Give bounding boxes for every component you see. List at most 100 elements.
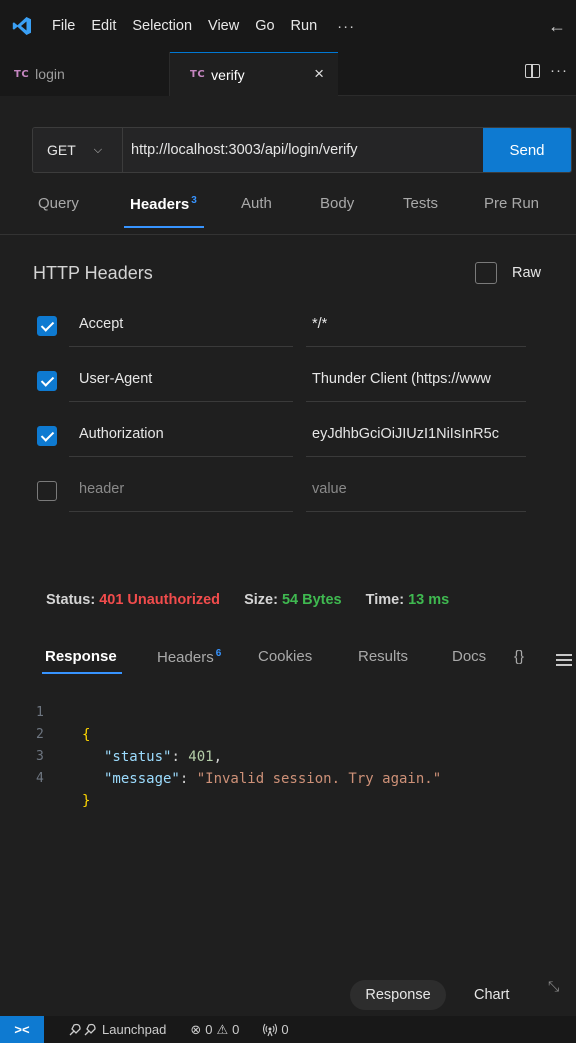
code-line: 2 "status": 401, [0, 702, 576, 765]
header-key-input[interactable]: Authorization [69, 417, 293, 457]
code-token: } [82, 793, 91, 809]
time-value: 13 ms [408, 592, 450, 608]
method-select[interactable]: GET ⌵ [33, 128, 123, 172]
response-tabs: Response Headers 6 Cookies Results Docs {… [0, 648, 576, 678]
code-line: 3 "message": "Invalid session. Try again… [0, 724, 576, 787]
header-row: Accept */* [0, 307, 576, 347]
tab-cookies[interactable]: Cookies [258, 648, 312, 665]
menu-edit[interactable]: Edit [83, 18, 124, 34]
tab-verify[interactable]: TC verify × [170, 52, 338, 96]
code-token: "message" [104, 771, 180, 787]
header-enabled-checkbox[interactable] [37, 316, 57, 336]
header-value-input[interactable]: */* [306, 307, 526, 347]
response-status-line: Status: 401 Unauthorized Size: 54 Bytes … [46, 592, 449, 608]
response-view-button[interactable]: Response [350, 980, 446, 1010]
tab-pre-run[interactable]: Pre Run [484, 195, 539, 212]
size-label: Size: [244, 592, 278, 608]
status-value: 401 Unauthorized [99, 592, 221, 608]
thunder-client-icon: TC [190, 69, 206, 80]
tab-response-headers[interactable]: Headers 6 [157, 648, 221, 666]
warning-icon: ⚠ [216, 1021, 229, 1037]
code-line: 4 } [0, 746, 576, 809]
header-value-input[interactable]: eyJdhbGciOiJIUzI1NiIsInR5c [306, 417, 526, 457]
header-key-input[interactable]: header [69, 472, 293, 512]
http-headers-title: HTTP Headers [33, 263, 153, 283]
problems-item[interactable]: ⊗ 0 ⚠ 0 [190, 1022, 239, 1038]
header-key-input[interactable]: User-Agent [69, 362, 293, 402]
time-info: Time: 13 ms [366, 592, 450, 608]
tab-response[interactable]: Response [45, 648, 117, 665]
tab-query[interactable]: Query [38, 195, 79, 212]
status-bar: >< Launchpad ⊗ 0 ⚠ 0 0 [0, 1016, 576, 1043]
raw-checkbox[interactable] [475, 262, 497, 284]
divider [0, 234, 576, 235]
code-text: } [82, 790, 90, 812]
request-bar: GET ⌵ http://localhost:3003/api/login/ve… [32, 127, 572, 173]
menu-icon[interactable] [556, 654, 572, 666]
launchpad-label: Launchpad [102, 1022, 167, 1037]
more-actions-icon[interactable]: ··· [550, 62, 568, 79]
tab-tests[interactable]: Tests [403, 195, 438, 212]
tab-results[interactable]: Results [358, 648, 408, 665]
header-row: Authorization eyJdhbGciOiJIUzI1NiIsInR5c [0, 417, 576, 457]
tab-label: login [35, 66, 65, 82]
menu-bar: File Edit Selection View Go Run ··· ← [0, 0, 576, 52]
send-button[interactable]: Send [483, 128, 571, 172]
menu-view[interactable]: View [200, 18, 247, 34]
header-enabled-checkbox[interactable] [37, 371, 57, 391]
header-enabled-checkbox[interactable] [37, 426, 57, 446]
back-arrow-icon[interactable]: ← [548, 16, 566, 37]
header-enabled-checkbox[interactable] [37, 481, 57, 501]
tab-headers[interactable]: Headers 3 [130, 195, 197, 213]
ports-count: 0 [281, 1022, 289, 1037]
menu-run[interactable]: Run [283, 18, 326, 34]
vscode-logo-icon[interactable] [0, 0, 44, 52]
header-value-input[interactable]: Thunder Client (https://www [306, 362, 526, 402]
status-info: Status: 401 Unauthorized [46, 592, 220, 608]
chart-view-button[interactable]: Chart [474, 980, 509, 1010]
remote-icon[interactable]: >< [0, 1016, 44, 1043]
tab-label: verify [211, 66, 245, 83]
tab-auth[interactable]: Auth [241, 195, 272, 212]
active-tab-indicator [42, 672, 122, 674]
menu-more-icon[interactable]: ··· [325, 18, 367, 35]
active-tab-indicator [124, 226, 204, 228]
code-text: "message": "Invalid session. Try again." [104, 768, 441, 790]
code-token: : [179, 771, 197, 787]
header-key-input[interactable]: Accept [69, 307, 293, 347]
headers-count-badge: 3 [191, 195, 197, 206]
size-info: Size: 54 Bytes [244, 592, 342, 608]
menu-selection[interactable]: Selection [124, 18, 200, 34]
split-editor-icon[interactable] [525, 64, 540, 78]
thunder-client-icon: TC [14, 68, 30, 80]
editor-tab-bar: TC login TC verify × ··· [0, 52, 576, 96]
ports-item[interactable]: 0 [263, 1022, 289, 1037]
view-toggle: Response Chart ⤡ [0, 978, 576, 1012]
resize-icon[interactable]: ⤡ [548, 978, 559, 995]
size-value: 54 Bytes [281, 592, 342, 608]
launchpad-item[interactable]: Launchpad [68, 1022, 166, 1037]
time-label: Time: [365, 592, 405, 608]
braces-icon[interactable]: {} [514, 648, 524, 665]
warning-count: 0 [232, 1022, 240, 1037]
code-line: 1 { [0, 680, 576, 743]
code-token: "Invalid session. Try again." [196, 771, 442, 787]
close-icon[interactable]: × [314, 64, 324, 84]
raw-label: Raw [512, 265, 542, 281]
tab-headers-label: Headers [130, 196, 190, 213]
line-number: 4 [36, 771, 44, 786]
method-value: GET [47, 142, 76, 158]
response-body: 1 { 2 "status": 401, 3 "message": "Inval… [0, 680, 576, 809]
menu-go[interactable]: Go [247, 18, 282, 34]
header-value-input[interactable]: value [306, 472, 526, 512]
response-headers-count-badge: 6 [215, 648, 222, 659]
tab-login[interactable]: TC login [0, 52, 170, 96]
request-tabs: Query Headers 3 Auth Body Tests Pre Run [0, 195, 576, 235]
tab-docs[interactable]: Docs [452, 648, 486, 665]
header-row: header value [0, 472, 576, 512]
tab-body[interactable]: Body [320, 195, 354, 212]
header-row: User-Agent Thunder Client (https://www [0, 362, 576, 402]
status-label: Status: [46, 592, 96, 608]
menu-file[interactable]: File [44, 18, 83, 34]
url-input[interactable]: http://localhost:3003/api/login/verify [123, 128, 483, 172]
